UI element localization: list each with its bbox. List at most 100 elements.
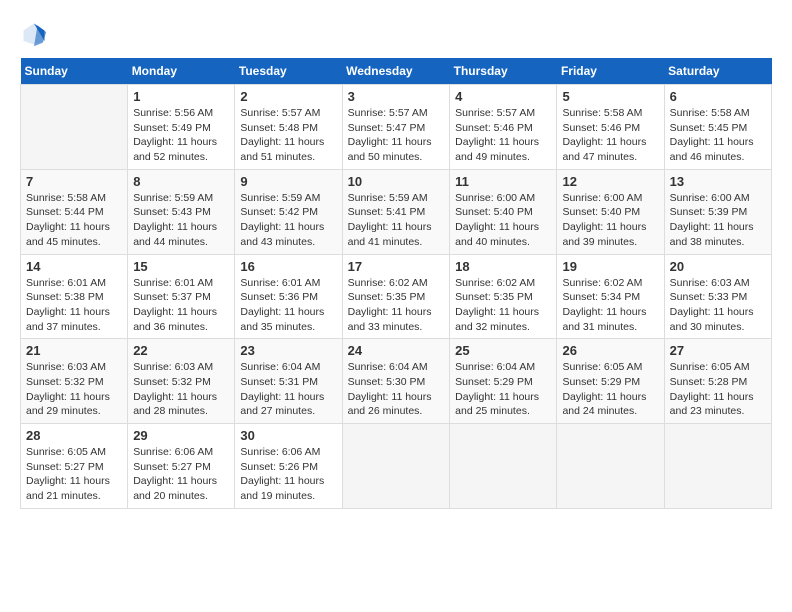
- day-number: 1: [133, 89, 229, 104]
- weekday-header-tuesday: Tuesday: [235, 58, 342, 85]
- day-info: Sunrise: 6:02 AMSunset: 5:35 PMDaylight:…: [455, 276, 551, 335]
- day-number: 8: [133, 174, 229, 189]
- page-header: [20, 20, 772, 48]
- calendar-cell: [450, 424, 557, 509]
- weekday-header-thursday: Thursday: [450, 58, 557, 85]
- day-info: Sunrise: 6:00 AMSunset: 5:40 PMDaylight:…: [455, 191, 551, 250]
- weekday-header-row: SundayMondayTuesdayWednesdayThursdayFrid…: [21, 58, 772, 85]
- weekday-header-wednesday: Wednesday: [342, 58, 450, 85]
- weekday-header-saturday: Saturday: [664, 58, 771, 85]
- day-info: Sunrise: 5:59 AMSunset: 5:43 PMDaylight:…: [133, 191, 229, 250]
- calendar-cell: [342, 424, 450, 509]
- logo: [20, 20, 52, 48]
- calendar-cell: [21, 85, 128, 170]
- day-number: 13: [670, 174, 766, 189]
- calendar-cell: 13 Sunrise: 6:00 AMSunset: 5:39 PMDayligh…: [664, 169, 771, 254]
- day-info: Sunrise: 6:02 AMSunset: 5:35 PMDaylight:…: [348, 276, 445, 335]
- day-info: Sunrise: 6:04 AMSunset: 5:31 PMDaylight:…: [240, 360, 336, 419]
- day-number: 20: [670, 259, 766, 274]
- calendar-cell: 28Sunrise: 6:05 AMSunset: 5:27 PMDayligh…: [21, 424, 128, 509]
- day-number: 6: [670, 89, 766, 104]
- day-number: 23: [240, 343, 336, 358]
- day-info: Sunrise: 6:05 AMSunset: 5:28 PMDaylight:…: [670, 360, 766, 419]
- day-info: Sunrise: 5:57 AMSunset: 5:48 PMDaylight:…: [240, 106, 336, 165]
- calendar-cell: 23 Sunrise: 6:04 AMSunset: 5:31 PMDayligh…: [235, 339, 342, 424]
- day-number: 7: [26, 174, 122, 189]
- calendar-week-row: 7 Sunrise: 5:58 AMSunset: 5:44 PMDaylight…: [21, 169, 772, 254]
- day-number: 25: [455, 343, 551, 358]
- calendar-cell: [664, 424, 771, 509]
- day-info: Sunrise: 6:01 AMSunset: 5:37 PMDaylight:…: [133, 276, 229, 335]
- day-number: 14: [26, 259, 122, 274]
- weekday-header-friday: Friday: [557, 58, 664, 85]
- day-number: 26: [562, 343, 658, 358]
- calendar-cell: 27 Sunrise: 6:05 AMSunset: 5:28 PMDayligh…: [664, 339, 771, 424]
- day-info: Sunrise: 6:02 AMSunset: 5:34 PMDaylight:…: [562, 276, 658, 335]
- calendar-cell: 15 Sunrise: 6:01 AMSunset: 5:37 PMDayligh…: [128, 254, 235, 339]
- calendar-cell: 12 Sunrise: 6:00 AMSunset: 5:40 PMDayligh…: [557, 169, 664, 254]
- day-number: 19: [562, 259, 658, 274]
- day-info: Sunrise: 6:03 AMSunset: 5:32 PMDaylight:…: [133, 360, 229, 419]
- day-info: Sunrise: 6:00 AMSunset: 5:39 PMDaylight:…: [670, 191, 766, 250]
- calendar-table: SundayMondayTuesdayWednesdayThursdayFrid…: [20, 58, 772, 509]
- day-info: Sunrise: 6:03 AMSunset: 5:33 PMDaylight:…: [670, 276, 766, 335]
- calendar-cell: 8 Sunrise: 5:59 AMSunset: 5:43 PMDaylight…: [128, 169, 235, 254]
- calendar-week-row: 1 Sunrise: 5:56 AMSunset: 5:49 PMDaylight…: [21, 85, 772, 170]
- day-info: Sunrise: 5:58 AMSunset: 5:44 PMDaylight:…: [26, 191, 122, 250]
- day-number: 11: [455, 174, 551, 189]
- calendar-cell: 19 Sunrise: 6:02 AMSunset: 5:34 PMDayligh…: [557, 254, 664, 339]
- day-info: Sunrise: 6:01 AMSunset: 5:38 PMDaylight:…: [26, 276, 122, 335]
- calendar-cell: 7 Sunrise: 5:58 AMSunset: 5:44 PMDaylight…: [21, 169, 128, 254]
- calendar-week-row: 14 Sunrise: 6:01 AMSunset: 5:38 PMDayligh…: [21, 254, 772, 339]
- day-info: Sunrise: 5:59 AMSunset: 5:42 PMDaylight:…: [240, 191, 336, 250]
- day-number: 16: [240, 259, 336, 274]
- calendar-cell: 29Sunrise: 6:06 AMSunset: 5:27 PMDayligh…: [128, 424, 235, 509]
- day-number: 22: [133, 343, 229, 358]
- day-info: Sunrise: 6:00 AMSunset: 5:40 PMDaylight:…: [562, 191, 658, 250]
- logo-icon: [20, 20, 48, 48]
- day-info: Sunrise: 5:56 AMSunset: 5:49 PMDaylight:…: [133, 106, 229, 165]
- day-number: 3: [348, 89, 445, 104]
- weekday-header-monday: Monday: [128, 58, 235, 85]
- calendar-cell: 1 Sunrise: 5:56 AMSunset: 5:49 PMDaylight…: [128, 85, 235, 170]
- calendar-cell: 30Sunrise: 6:06 AMSunset: 5:26 PMDayligh…: [235, 424, 342, 509]
- calendar-cell: 26 Sunrise: 6:05 AMSunset: 5:29 PMDayligh…: [557, 339, 664, 424]
- day-number: 28: [26, 428, 122, 443]
- day-info: Sunrise: 5:59 AMSunset: 5:41 PMDaylight:…: [348, 191, 445, 250]
- calendar-cell: 3 Sunrise: 5:57 AMSunset: 5:47 PMDaylight…: [342, 85, 450, 170]
- day-info: Sunrise: 6:01 AMSunset: 5:36 PMDaylight:…: [240, 276, 336, 335]
- day-number: 18: [455, 259, 551, 274]
- calendar-cell: 2Sunrise: 5:57 AMSunset: 5:48 PMDaylight…: [235, 85, 342, 170]
- calendar-cell: 18 Sunrise: 6:02 AMSunset: 5:35 PMDayligh…: [450, 254, 557, 339]
- day-number: 4: [455, 89, 551, 104]
- day-info: Sunrise: 6:06 AMSunset: 5:26 PMDaylight:…: [240, 445, 336, 504]
- calendar-cell: 25 Sunrise: 6:04 AMSunset: 5:29 PMDayligh…: [450, 339, 557, 424]
- day-info: Sunrise: 5:57 AMSunset: 5:46 PMDaylight:…: [455, 106, 551, 165]
- calendar-cell: 5 Sunrise: 5:58 AMSunset: 5:46 PMDaylight…: [557, 85, 664, 170]
- calendar-week-row: 28Sunrise: 6:05 AMSunset: 5:27 PMDayligh…: [21, 424, 772, 509]
- day-number: 15: [133, 259, 229, 274]
- day-info: Sunrise: 6:05 AMSunset: 5:29 PMDaylight:…: [562, 360, 658, 419]
- day-number: 12: [562, 174, 658, 189]
- day-number: 9: [240, 174, 336, 189]
- day-info: Sunrise: 6:04 AMSunset: 5:29 PMDaylight:…: [455, 360, 551, 419]
- day-number: 29: [133, 428, 229, 443]
- calendar-cell: 21Sunrise: 6:03 AMSunset: 5:32 PMDayligh…: [21, 339, 128, 424]
- calendar-cell: 16 Sunrise: 6:01 AMSunset: 5:36 PMDayligh…: [235, 254, 342, 339]
- day-number: 10: [348, 174, 445, 189]
- day-info: Sunrise: 5:58 AMSunset: 5:46 PMDaylight:…: [562, 106, 658, 165]
- day-info: Sunrise: 6:03 AMSunset: 5:32 PMDaylight:…: [26, 360, 122, 419]
- day-info: Sunrise: 6:04 AMSunset: 5:30 PMDaylight:…: [348, 360, 445, 419]
- day-number: 5: [562, 89, 658, 104]
- day-info: Sunrise: 5:57 AMSunset: 5:47 PMDaylight:…: [348, 106, 445, 165]
- weekday-header-sunday: Sunday: [21, 58, 128, 85]
- day-number: 17: [348, 259, 445, 274]
- calendar-cell: 6Sunrise: 5:58 AMSunset: 5:45 PMDaylight…: [664, 85, 771, 170]
- calendar-cell: 10 Sunrise: 5:59 AMSunset: 5:41 PMDayligh…: [342, 169, 450, 254]
- calendar-week-row: 21Sunrise: 6:03 AMSunset: 5:32 PMDayligh…: [21, 339, 772, 424]
- day-number: 27: [670, 343, 766, 358]
- calendar-cell: 22 Sunrise: 6:03 AMSunset: 5:32 PMDayligh…: [128, 339, 235, 424]
- calendar-cell: 24 Sunrise: 6:04 AMSunset: 5:30 PMDayligh…: [342, 339, 450, 424]
- calendar-cell: 20 Sunrise: 6:03 AMSunset: 5:33 PMDayligh…: [664, 254, 771, 339]
- day-number: 24: [348, 343, 445, 358]
